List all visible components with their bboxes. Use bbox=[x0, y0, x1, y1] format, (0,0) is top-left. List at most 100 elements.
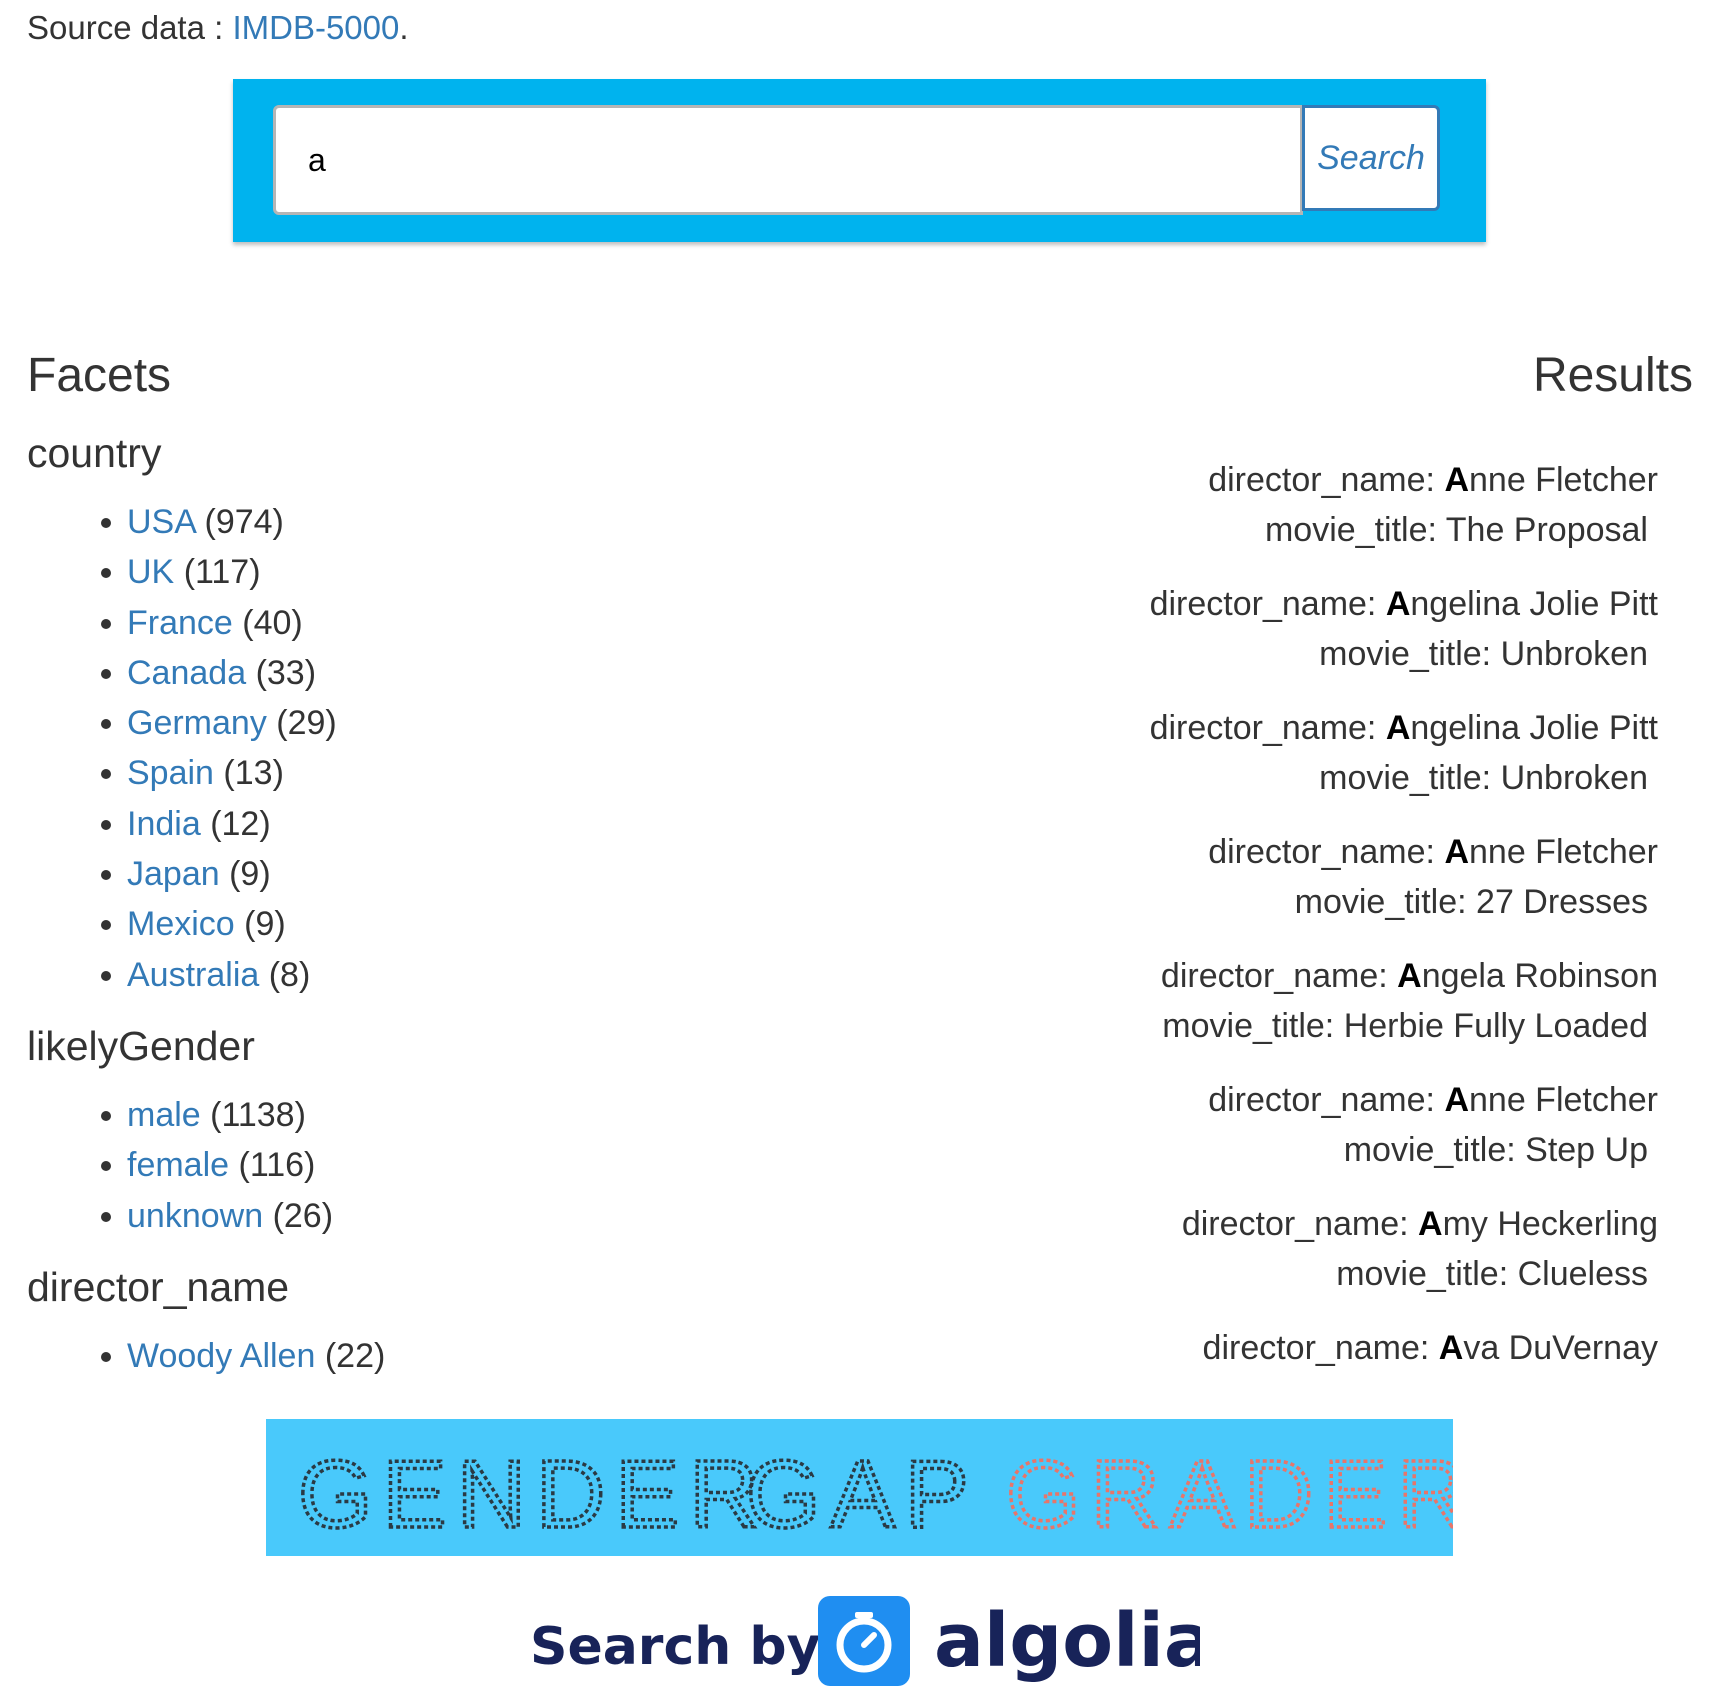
highlight: A bbox=[1444, 461, 1469, 499]
search-panel: a Search bbox=[233, 79, 1486, 242]
facet-count: (9) bbox=[244, 905, 286, 944]
list-item: unknown (26) bbox=[27, 1191, 827, 1241]
facet-count: (13) bbox=[223, 754, 284, 793]
list-item: Woody Allen (22) bbox=[27, 1331, 827, 1381]
facet-link[interactable]: Mexico bbox=[127, 905, 235, 943]
facet-heading-director-name: director_name bbox=[27, 1263, 290, 1310]
list-item: Japan (9) bbox=[27, 849, 827, 899]
result-title: movie_title: The Proposal bbox=[958, 505, 1658, 555]
facet-count: (116) bbox=[238, 1146, 316, 1185]
result-director: director_name: Anne Fletcher bbox=[958, 455, 1658, 505]
list-item: Mexico (9) bbox=[27, 899, 827, 949]
result-item[interactable]: director_name: Amy Heckerling movie_titl… bbox=[958, 1199, 1658, 1299]
source-link[interactable]: IMDB-5000 bbox=[232, 9, 399, 46]
result-item[interactable]: director_name: Ava DuVernay bbox=[958, 1323, 1658, 1373]
list-item: female (116) bbox=[27, 1140, 827, 1190]
result-director: director_name: Angela Robinson bbox=[958, 951, 1658, 1001]
result-director: director_name: Ava DuVernay bbox=[958, 1323, 1658, 1373]
highlight: A bbox=[1385, 585, 1411, 623]
result-director: director_name: Angelina Jolie Pitt bbox=[958, 703, 1658, 753]
facet-link[interactable]: Woody Allen bbox=[127, 1337, 315, 1375]
movie-title: Unbroken bbox=[1500, 635, 1648, 673]
result-title: movie_title: Step Up bbox=[958, 1125, 1658, 1175]
source-line: Source data : IMDB-5000. bbox=[27, 8, 409, 48]
title-label: movie_title: bbox=[1294, 883, 1477, 921]
director-rest: va DuVernay bbox=[1463, 1329, 1658, 1367]
result-director: director_name: Anne Fletcher bbox=[958, 1075, 1658, 1125]
title-label: movie_title: bbox=[1162, 1007, 1344, 1045]
facet-link[interactable]: male bbox=[127, 1096, 201, 1134]
highlight: A bbox=[1438, 1329, 1464, 1367]
highlight: A bbox=[1444, 1081, 1469, 1119]
title-label: movie_title: bbox=[1343, 1131, 1526, 1169]
result-item[interactable]: director_name: Angelina Jolie Pitt movie… bbox=[958, 579, 1658, 679]
title-label: movie_title: bbox=[1336, 1255, 1518, 1293]
gender-gap-grader-banner: GENDER GAP GRADER bbox=[266, 1419, 1453, 1556]
movie-title: 27 Dresses bbox=[1476, 883, 1648, 921]
result-item[interactable]: director_name: Anne Fletcher movie_title… bbox=[958, 455, 1658, 555]
facet-count: (29) bbox=[276, 704, 337, 743]
facet-link[interactable]: Germany bbox=[127, 704, 267, 742]
search-by-algolia-logo[interactable]: Search by algolia bbox=[530, 1594, 1214, 1689]
facet-list-director-name: Woody Allen (22) bbox=[27, 1331, 827, 1381]
result-director: director_name: Amy Heckerling bbox=[958, 1199, 1658, 1249]
director-label: director_name: bbox=[1202, 1329, 1439, 1367]
director-rest: ngelina Jolie Pitt bbox=[1410, 585, 1658, 623]
algolia-logo-svg: Search by algolia bbox=[530, 1596, 1214, 1686]
title-label: movie_title: bbox=[1319, 759, 1501, 797]
result-director: director_name: Angelina Jolie Pitt bbox=[958, 579, 1658, 629]
banner-word-gender: GENDER bbox=[298, 1441, 769, 1548]
director-rest: ngelina Jolie Pitt bbox=[1410, 709, 1658, 747]
search-input[interactable]: a bbox=[273, 105, 1303, 215]
list-item: India (12) bbox=[27, 799, 827, 849]
result-title: movie_title: Herbie Fully Loaded bbox=[958, 1001, 1658, 1051]
list-item: USA (974) bbox=[27, 497, 827, 547]
list-item: France (40) bbox=[27, 598, 827, 648]
facets-panel: country USA (974) UK (117) France (40) C… bbox=[27, 425, 827, 1395]
results-panel: director_name: Anne Fletcher movie_title… bbox=[958, 455, 1658, 1395]
banner-word-grader: GRADER bbox=[1006, 1441, 1453, 1548]
facet-link[interactable]: Australia bbox=[127, 956, 259, 994]
director-label: director_name: bbox=[1208, 461, 1445, 499]
facet-link[interactable]: unknown bbox=[127, 1197, 263, 1235]
facet-link[interactable]: Canada bbox=[127, 654, 246, 692]
result-item[interactable]: director_name: Anne Fletcher movie_title… bbox=[958, 1075, 1658, 1175]
facet-link[interactable]: UK bbox=[127, 553, 174, 591]
result-item[interactable]: director_name: Angelina Jolie Pitt movie… bbox=[958, 703, 1658, 803]
facet-count: (26) bbox=[272, 1196, 334, 1235]
highlight: A bbox=[1444, 833, 1469, 871]
banner-word-gap: GAP bbox=[746, 1441, 979, 1548]
facet-count: (12) bbox=[210, 804, 271, 843]
facet-link[interactable]: India bbox=[127, 805, 201, 843]
director-rest: nne Fletcher bbox=[1469, 1081, 1658, 1119]
search-button[interactable]: Search bbox=[1302, 105, 1440, 211]
list-item: Australia (8) bbox=[27, 950, 827, 1000]
highlight: A bbox=[1397, 957, 1422, 995]
result-title: movie_title: Unbroken bbox=[958, 629, 1658, 679]
facet-link[interactable]: Japan bbox=[127, 855, 220, 893]
result-item[interactable]: director_name: Anne Fletcher movie_title… bbox=[958, 827, 1658, 927]
facet-list-country: USA (974) UK (117) France (40) Canada (3… bbox=[27, 497, 827, 1000]
facet-link[interactable]: female bbox=[127, 1146, 229, 1184]
facet-heading-likely-gender: likelyGender bbox=[27, 1022, 255, 1069]
title-label: movie_title: bbox=[1319, 635, 1501, 673]
director-label: director_name: bbox=[1181, 1205, 1419, 1243]
facet-link[interactable]: USA bbox=[127, 503, 195, 541]
list-item: Canada (33) bbox=[27, 648, 827, 698]
stopwatch-icon bbox=[818, 1596, 910, 1686]
facet-count: (8) bbox=[268, 955, 311, 994]
facet-count: (40) bbox=[242, 603, 303, 642]
movie-title: Herbie Fully Loaded bbox=[1343, 1007, 1648, 1045]
movie-title: Unbroken bbox=[1500, 759, 1648, 797]
result-item[interactable]: director_name: Angela Robinson movie_tit… bbox=[958, 951, 1658, 1051]
facet-link[interactable]: Spain bbox=[127, 754, 214, 792]
highlight: A bbox=[1385, 709, 1411, 747]
facet-count: (22) bbox=[324, 1336, 386, 1375]
algolia-brand-text: algolia bbox=[934, 1598, 1200, 1684]
movie-title: The Proposal bbox=[1445, 511, 1648, 549]
facet-count: (974) bbox=[204, 503, 284, 541]
facet-link[interactable]: France bbox=[127, 604, 233, 642]
director-rest: my Heckerling bbox=[1442, 1205, 1658, 1243]
list-item: UK (117) bbox=[27, 547, 827, 597]
director-rest: ngela Robinson bbox=[1421, 957, 1658, 995]
